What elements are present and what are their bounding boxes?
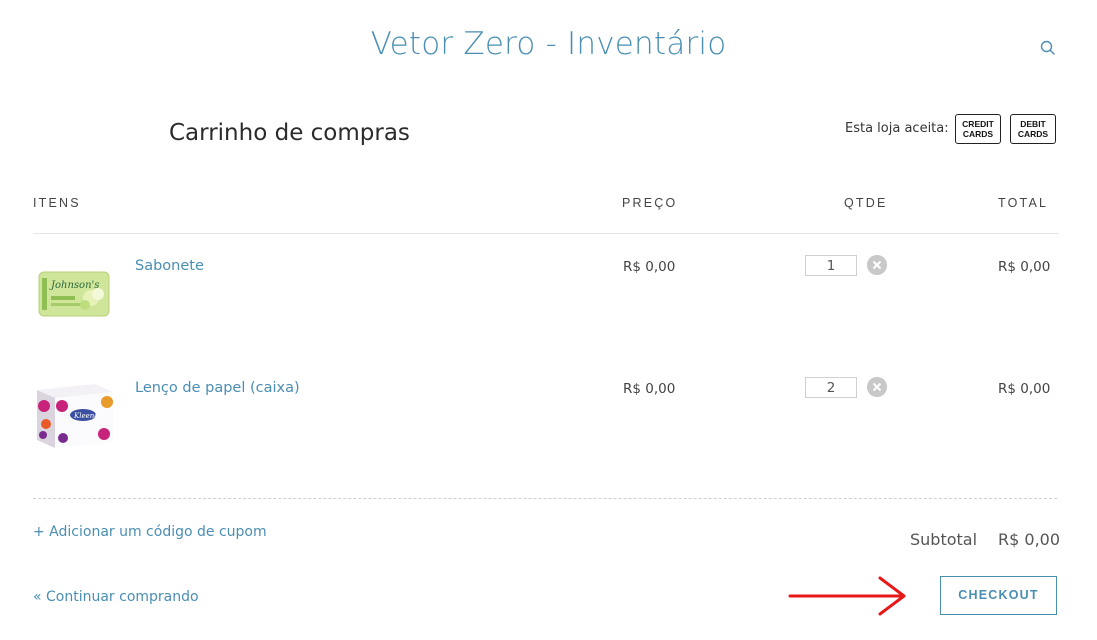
credit-cards-badge: CREDIT CARDS	[955, 114, 1001, 144]
debit-cards-badge: DEBIT CARDS	[1010, 114, 1056, 144]
product-name-link[interactable]: Sabonete	[135, 258, 204, 274]
store-title: Vetor Zero - Inventário	[370, 26, 727, 62]
column-header-items: ITENS	[33, 196, 81, 210]
svg-text:Kleenex: Kleenex	[73, 412, 102, 420]
add-coupon-link[interactable]: + Adicionar um código de cupom	[33, 524, 267, 540]
item-total: R$ 0,00	[998, 259, 1051, 275]
remove-item-icon[interactable]	[867, 255, 887, 275]
item-price: R$ 0,00	[623, 259, 676, 275]
debit-badge-line1: DEBIT	[1020, 119, 1046, 129]
svg-text:Johnson's: Johnson's	[49, 280, 99, 291]
continue-shopping-link[interactable]: « Continuar comprando	[33, 589, 199, 605]
red-arrow-annotation-icon	[788, 576, 906, 616]
quantity-input[interactable]	[805, 377, 857, 398]
column-header-total: TOTAL	[998, 196, 1049, 210]
header-divider	[33, 233, 1059, 234]
credit-badge-line1: CREDIT	[962, 119, 994, 129]
credit-badge-line2: CARDS	[962, 129, 994, 139]
items-divider	[33, 498, 1057, 499]
payment-accepts-label: Esta loja aceita:	[845, 121, 949, 136]
product-name-link[interactable]: Lenço de papel (caixa)	[135, 380, 300, 396]
kleenex-tissue-box-icon: Kleenex	[37, 384, 113, 448]
column-header-price: PREÇO	[622, 196, 678, 210]
item-total: R$ 0,00	[998, 381, 1051, 397]
quantity-input[interactable]	[805, 255, 857, 276]
column-header-qty: QTDE	[844, 196, 888, 210]
johnsons-soap-package-icon: Johnson's	[38, 271, 110, 317]
remove-item-icon[interactable]	[867, 377, 887, 397]
search-icon[interactable]	[1039, 39, 1057, 57]
subtotal-value: R$ 0,00	[998, 530, 1061, 549]
subtotal-label: Subtotal	[910, 530, 978, 549]
cart-heading: Carrinho de compras	[169, 120, 410, 146]
checkout-button[interactable]: CHECKOUT	[940, 576, 1057, 615]
debit-badge-line2: CARDS	[1017, 129, 1049, 139]
item-price: R$ 0,00	[623, 381, 676, 397]
